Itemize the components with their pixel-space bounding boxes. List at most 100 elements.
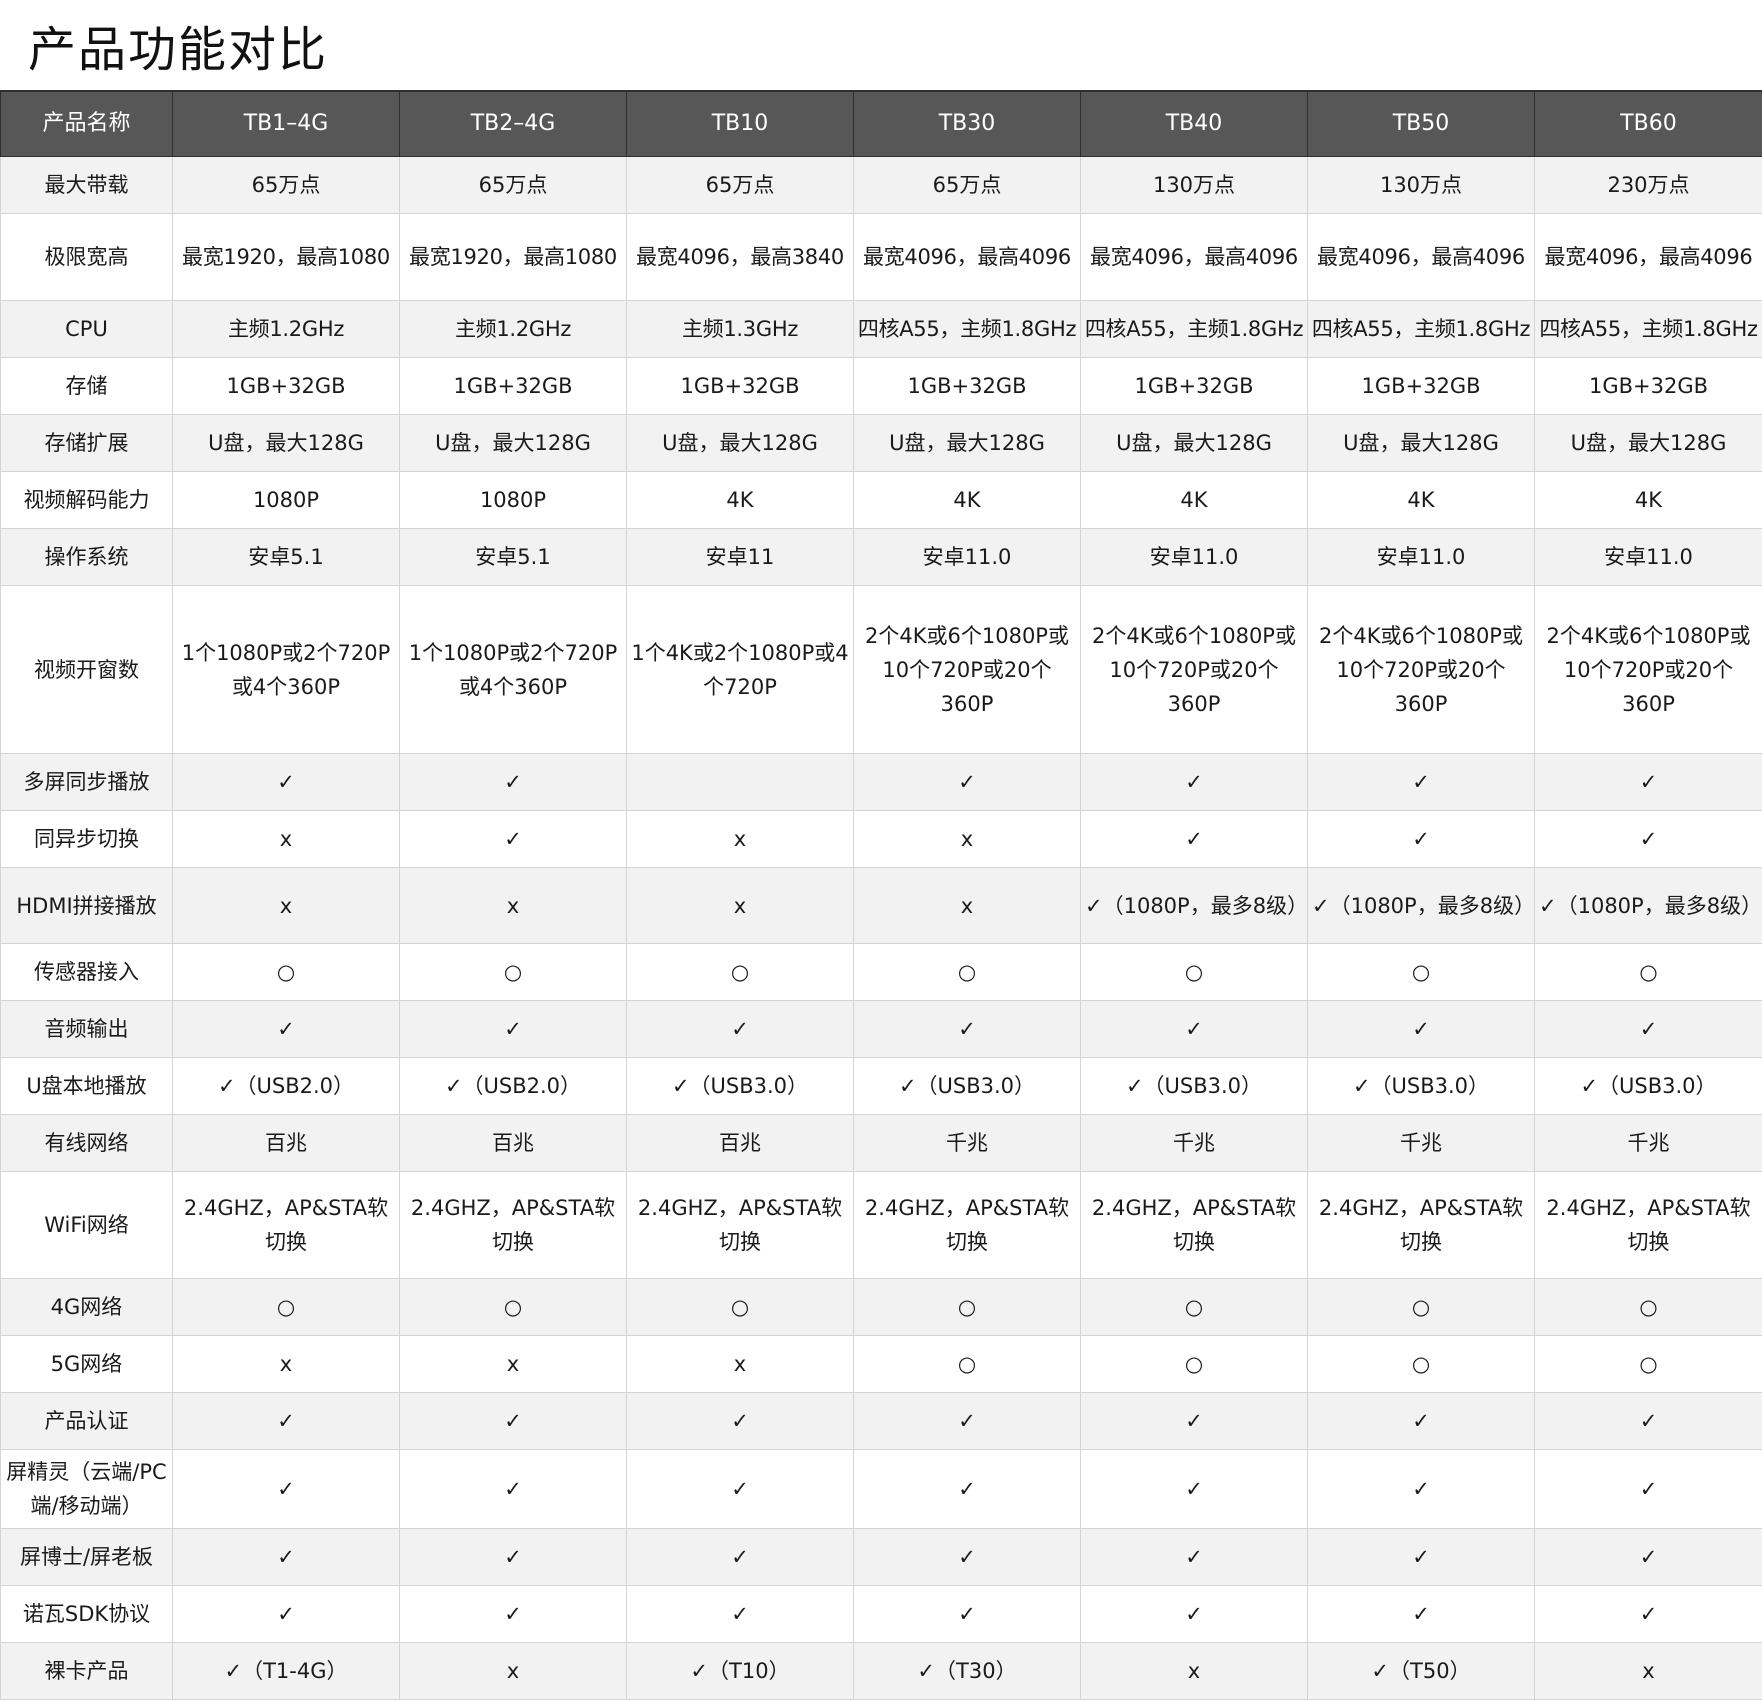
table-cell: ✓ [172,1392,400,1450]
table-cell: 安卓11.0 [1080,528,1308,586]
table-row: CPU 主频1.2GHz 主频1.2GHz 主频1.3GHz 四核A55，主频1.8GH… [0,300,1762,358]
table-cell: ○ [172,943,400,1001]
table-row: 同异步切换 x ✓ x x ✓ ✓ ✓ [0,810,1762,868]
table-cell: 1GB+32GB [1534,357,1762,415]
table-cell: 1GB+32GB [1080,357,1308,415]
header-cell-model: TB60 [1534,90,1762,157]
table-row: HDMI拼接播放 x x x x ✓（1080P，最多8级） ✓（1080P，最多8级） ✓（… [0,867,1762,944]
table-cell: ✓ [626,1000,854,1058]
table-cell: 4K [1080,471,1308,529]
table-cell: ✓ [626,1449,854,1529]
table-cell: 1080P [399,471,627,529]
table-cell: 最宽4096，最高4096 [1307,213,1535,301]
table-cell: 130万点 [1307,156,1535,214]
table-cell: x [1534,1642,1762,1700]
table-cell: x [626,810,854,868]
table-cell: ✓ [1080,1449,1308,1529]
table-row: 屏精灵（云端/PC端/移动端） ✓ ✓ ✓ ✓ ✓ ✓ ✓ [0,1449,1762,1529]
table-cell: ✓ [172,1528,400,1586]
row-label: 4G网络 [0,1278,173,1336]
table-cell: 1个4K或2个1080P或4个720P [626,585,854,754]
table-cell: ✓ [1307,1528,1535,1586]
row-label: 最大带载 [0,156,173,214]
table-row: 产品认证 ✓ ✓ ✓ ✓ ✓ ✓ ✓ [0,1392,1762,1450]
table-cell: ○ [1534,1278,1762,1336]
row-label: 5G网络 [0,1335,173,1393]
table-cell: ✓ [1080,810,1308,868]
table-cell: ○ [172,1278,400,1336]
table-cell: 4K [1307,471,1535,529]
table-cell: x [853,810,1081,868]
table-row: 裸卡产品 ✓（T1-4G） x ✓（T10） ✓（T30） x ✓（T50） x [0,1642,1762,1700]
table-cell: 2个4K或6个1080P或10个720P或20个360P [1307,585,1535,754]
table-cell: 主频1.3GHz [626,300,854,358]
table-row: 视频开窗数 1个1080P或2个720P或4个360P 1个1080P或2个720P… [0,585,1762,754]
table-cell: ✓（T10） [626,1642,854,1700]
table-cell: x [172,810,400,868]
table-cell: ✓ [853,1449,1081,1529]
row-label: 存储扩展 [0,414,173,472]
table-cell: ✓ [626,1392,854,1450]
table-cell: 1个1080P或2个720P或4个360P [399,585,627,754]
table-cell: 千兆 [853,1114,1081,1172]
row-label: 裸卡产品 [0,1642,173,1700]
table-cell: x [626,1335,854,1393]
table-cell: 千兆 [1534,1114,1762,1172]
table-cell: 65万点 [399,156,627,214]
table-cell: ○ [399,1278,627,1336]
table-cell: ✓ [1080,1585,1308,1643]
table-cell: 2.4GHZ，AP&STA软切换 [626,1171,854,1279]
table-cell: 千兆 [1080,1114,1308,1172]
table-cell: 安卓11.0 [1307,528,1535,586]
header-cell-model: TB10 [626,90,854,157]
table-cell: 230万点 [1534,156,1762,214]
table-cell: x [853,867,1081,944]
table-cell: ✓（USB3.0） [1534,1057,1762,1115]
row-label: 诺瓦SDK协议 [0,1585,173,1643]
table-cell: ○ [1080,943,1308,1001]
table-cell: 130万点 [1080,156,1308,214]
table-cell: x [399,867,627,944]
table-cell: ✓ [1307,753,1535,811]
header-cell-model: TB50 [1307,90,1535,157]
table-cell: ○ [1307,1278,1535,1336]
table-cell: ✓（1080P，最多8级） [1080,867,1308,944]
table-cell: 2个4K或6个1080P或10个720P或20个360P [853,585,1081,754]
table-cell: ✓ [1307,1392,1535,1450]
table-cell: ✓ [1080,1000,1308,1058]
table-cell: 2个4K或6个1080P或10个720P或20个360P [1534,585,1762,754]
row-label: 极限宽高 [0,213,173,301]
table-cell: ✓ [1080,753,1308,811]
table-cell: 65万点 [172,156,400,214]
table-cell: 1GB+32GB [172,357,400,415]
table-cell: ○ [626,943,854,1001]
row-label-text: 屏精灵（云端/PC端/移动端） [6,1460,167,1518]
table-row: 视频解码能力 1080P 1080P 4K 4K 4K 4K 4K [0,471,1762,529]
table-cell: x [399,1335,627,1393]
table-cell: ✓ [853,1000,1081,1058]
table-cell: ✓ [1534,1449,1762,1529]
table-row: 存储 1GB+32GB 1GB+32GB 1GB+32GB 1GB+32GB 1GB+32… [0,357,1762,415]
table-cell: x [172,1335,400,1393]
row-label: HDMI拼接播放 [0,867,173,944]
table-row: 5G网络 x x x ○ ○ ○ ○ [0,1335,1762,1393]
table-cell: 最宽4096，最高4096 [1080,213,1308,301]
table-cell: 安卓11.0 [853,528,1081,586]
header-cell-model: TB40 [1080,90,1308,157]
table-cell: 4K [1534,471,1762,529]
table-cell: 四核A55，主频1.8GHz [1307,300,1535,358]
table-cell: 1080P [172,471,400,529]
table-cell: 百兆 [626,1114,854,1172]
table-cell: 1GB+32GB [1307,357,1535,415]
table-cell: ✓ [1307,1000,1535,1058]
table-cell: ✓ [399,1528,627,1586]
table-cell: ✓（USB3.0） [853,1057,1081,1115]
header-cell-model: TB30 [853,90,1081,157]
table-cell: ✓ [853,1585,1081,1643]
table-cell: ✓ [172,1585,400,1643]
table-cell: ✓ [1307,1585,1535,1643]
row-label: 操作系统 [0,528,173,586]
table-cell: ✓（USB3.0） [626,1057,854,1115]
table-cell: 四核A55，主频1.8GHz [1080,300,1308,358]
row-label: 视频开窗数 [0,585,173,754]
